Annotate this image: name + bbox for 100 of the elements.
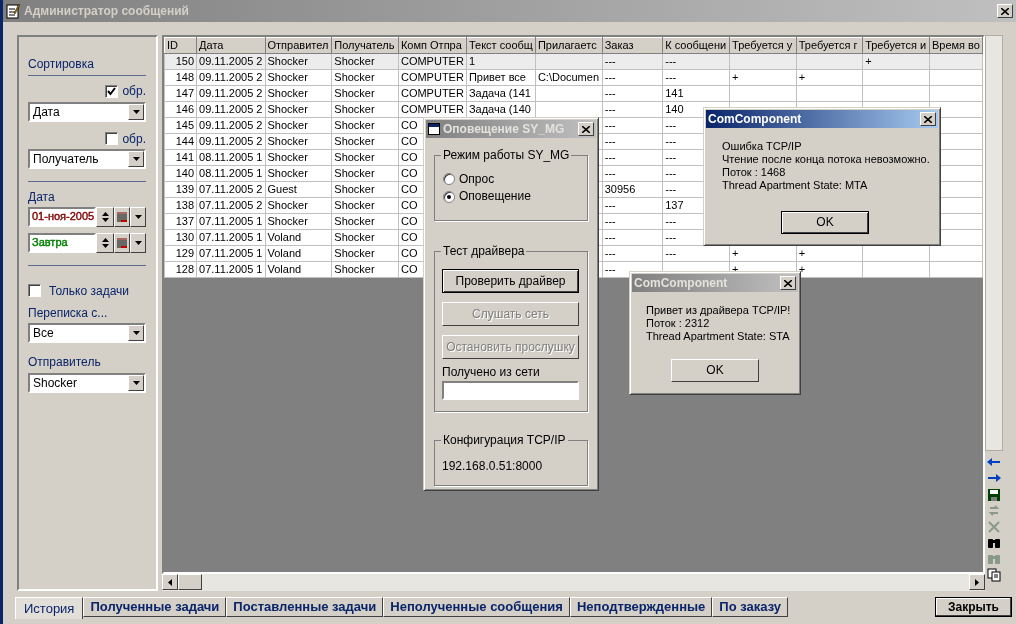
- table-cell: Shocker: [265, 149, 332, 166]
- table-cell: Voland: [265, 261, 332, 278]
- column-header[interactable]: Прилагаетс: [535, 37, 603, 54]
- dropdown[interactable]: Получатель: [28, 149, 146, 170]
- dropdown-button[interactable]: [130, 206, 146, 227]
- table-cell: ---: [602, 245, 663, 262]
- scroll-thumb[interactable]: [178, 574, 202, 590]
- column-header[interactable]: Требуется у: [729, 37, 797, 54]
- copy-icon[interactable]: [985, 567, 1002, 583]
- table-cell: 141: [164, 149, 197, 166]
- table-cell: 145: [164, 117, 197, 134]
- table-cell: Shocker: [331, 69, 399, 86]
- close-icon: [1001, 7, 1009, 15]
- dropdown-button[interactable]: [128, 151, 144, 168]
- calendar-button[interactable]: [114, 232, 130, 253]
- window-icon: [428, 123, 440, 135]
- tab[interactable]: По заказу: [712, 597, 788, 617]
- tab[interactable]: Поставленные задачи: [226, 597, 384, 617]
- column-header[interactable]: Дата: [196, 37, 265, 54]
- close-icon: [924, 115, 932, 123]
- table-cell: ---: [602, 117, 663, 134]
- dropdown-button[interactable]: [128, 374, 144, 391]
- close-button[interactable]: [997, 4, 1013, 18]
- column-header[interactable]: Получатель: [331, 37, 399, 54]
- tab[interactable]: Неполученные сообщения: [383, 597, 570, 617]
- caret-icon: [132, 331, 140, 336]
- table-cell: ---: [602, 213, 663, 230]
- vertical-scrollbar[interactable]: [985, 35, 1003, 451]
- table-cell: 07.11.2005 1: [196, 245, 265, 262]
- checkbox[interactable]: [28, 284, 41, 298]
- save-icon[interactable]: [985, 487, 1002, 503]
- caret-icon: [132, 157, 140, 162]
- scroll-right-button[interactable]: [969, 574, 985, 590]
- table-cell: 141: [662, 85, 730, 102]
- close-button[interactable]: [920, 112, 936, 126]
- column-header[interactable]: Комп Отпра: [398, 37, 467, 54]
- caret-icon: [132, 380, 140, 385]
- table-cell: ---: [602, 149, 663, 166]
- column-header[interactable]: Отправител: [265, 37, 332, 54]
- calendar-icon: [117, 210, 127, 223]
- caret-icon: [132, 109, 140, 114]
- checkbox[interactable]: [105, 132, 119, 146]
- field-label: Получено из сети: [442, 365, 541, 380]
- caret-icon: [134, 240, 142, 245]
- column-header[interactable]: Требуется г: [796, 37, 863, 54]
- column-header[interactable]: Текст сообщ: [466, 37, 536, 54]
- table-cell: 07.11.2005 1: [196, 261, 265, 278]
- table-cell: Guest: [265, 181, 332, 198]
- table-cell: Shocker: [331, 229, 399, 246]
- table-cell: Shocker: [265, 117, 332, 134]
- input-field[interactable]: [442, 381, 579, 401]
- table-cell: COMPUTER: [398, 69, 467, 86]
- ok-button[interactable]: OK: [781, 211, 869, 234]
- table-cell: Shocker: [331, 149, 399, 166]
- dropdown-button[interactable]: [128, 103, 144, 120]
- table-cell: Shocker: [331, 165, 399, 182]
- section-title: Сортировка: [28, 57, 95, 72]
- table-cell: 138: [164, 197, 197, 214]
- button[interactable]: Проверить драйвер: [442, 269, 579, 293]
- dropdown[interactable]: Дата: [28, 101, 146, 122]
- table-cell: Shocker: [331, 133, 399, 150]
- close-button[interactable]: [780, 276, 796, 290]
- calendar-button[interactable]: [114, 206, 130, 227]
- field-label: Переписка с...: [28, 305, 109, 321]
- table-cell: Shocker: [265, 69, 332, 86]
- tab[interactable]: Неподтвержденные: [569, 597, 713, 617]
- tab[interactable]: История: [15, 597, 84, 619]
- tab[interactable]: Полученные задачи: [83, 597, 227, 617]
- date-field[interactable]: Завтра: [28, 232, 96, 253]
- table-cell: Shocker: [331, 197, 399, 214]
- spin-button[interactable]: [96, 206, 114, 227]
- table-cell: Shocker: [265, 197, 332, 214]
- dropdown[interactable]: Shocker: [28, 372, 146, 393]
- dropdown[interactable]: Все: [28, 323, 146, 344]
- spin-button[interactable]: [96, 232, 114, 253]
- date-field[interactable]: 01-ноя-2005: [28, 206, 96, 227]
- radio-button[interactable]: [443, 190, 455, 203]
- close-button[interactable]: [578, 122, 594, 136]
- column-header[interactable]: Время во: [929, 37, 983, 54]
- message-text: Thread Apartment State: STA: [646, 330, 791, 343]
- ok-button[interactable]: OK: [671, 359, 759, 382]
- radio-button[interactable]: [443, 173, 455, 186]
- dropdown-button[interactable]: [130, 232, 146, 253]
- horizontal-scrollbar[interactable]: [162, 574, 985, 591]
- column-header[interactable]: К сообщени: [662, 37, 730, 54]
- table-cell: +: [729, 69, 797, 86]
- column-header[interactable]: Заказ: [602, 37, 663, 54]
- column-header[interactable]: Требуется и: [862, 37, 930, 54]
- scroll-left-button[interactable]: [162, 574, 178, 590]
- dropdown-button[interactable]: [128, 325, 144, 342]
- table-cell: 08.11.2005 1: [196, 149, 265, 166]
- message-text: Поток : 2312: [646, 317, 711, 330]
- table-cell: Voland: [265, 245, 332, 262]
- table-cell: Shocker: [265, 85, 332, 102]
- close-button[interactable]: Закрыть: [934, 597, 1012, 617]
- group-title: Тест драйвера: [441, 244, 527, 259]
- table-cell: Shocker: [331, 85, 399, 102]
- checkbox[interactable]: [105, 85, 119, 99]
- dialog-title: ComComponent: [634, 275, 728, 291]
- column-header[interactable]: ID: [164, 37, 197, 54]
